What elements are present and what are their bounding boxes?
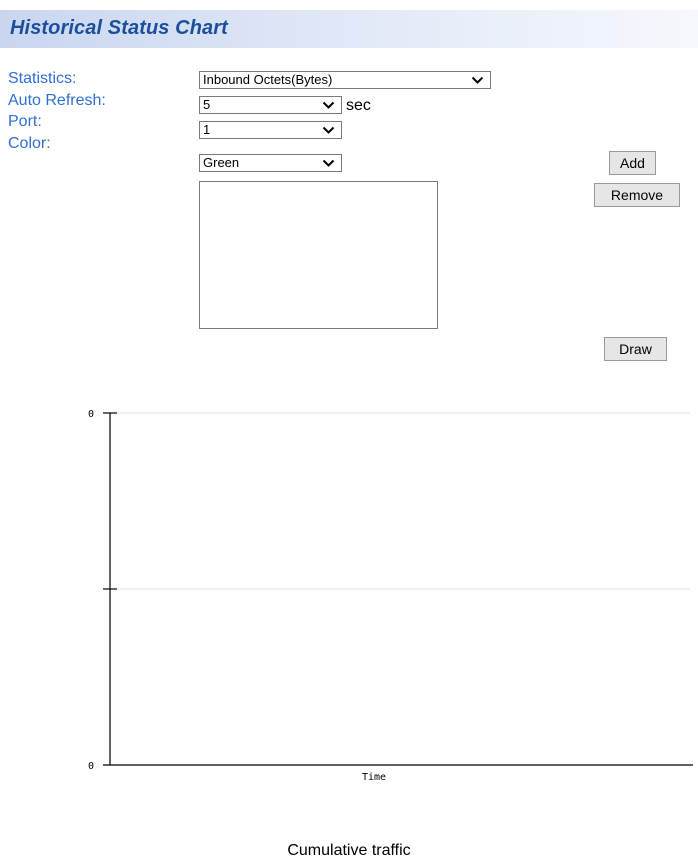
add-button[interactable]: Add <box>609 151 656 175</box>
color-label: Color: <box>8 135 51 152</box>
chevron-down-icon <box>322 101 335 109</box>
port-label: Port: <box>8 113 42 130</box>
remove-button[interactable]: Remove <box>594 183 680 207</box>
traffic-chart: 0 0 Time <box>88 409 693 783</box>
auto-refresh-unit: sec <box>346 97 371 114</box>
auto-refresh-select-value: 5 <box>203 97 211 112</box>
page-title: Historical Status Chart <box>10 17 228 39</box>
chevron-down-icon <box>471 76 484 84</box>
page: Historical Status Chart Statistics: Auto… <box>0 0 698 863</box>
x-axis-label: Time <box>362 772 386 783</box>
chevron-down-icon <box>322 159 335 167</box>
auto-refresh-select[interactable]: 5 <box>199 96 342 114</box>
port-select[interactable]: 1 <box>199 121 342 139</box>
draw-button[interactable]: Draw <box>604 337 667 361</box>
color-select-value: Green <box>203 155 240 170</box>
chart-caption: Cumulative traffic <box>287 842 411 859</box>
port-select-value: 1 <box>203 122 211 137</box>
chevron-down-icon <box>322 126 335 134</box>
statistics-label: Statistics: <box>8 70 77 87</box>
color-select[interactable]: Green <box>199 154 342 172</box>
statistics-select[interactable]: Inbound Octets(Bytes) <box>199 71 491 89</box>
statistics-select-value: Inbound Octets(Bytes) <box>203 72 333 87</box>
y-tick-label-top: 0 <box>88 409 94 420</box>
title-bar: Historical Status Chart <box>0 10 698 48</box>
y-tick-label-bottom: 0 <box>88 761 94 772</box>
series-listbox[interactable] <box>199 181 438 329</box>
auto-refresh-label: Auto Refresh: <box>8 92 106 109</box>
